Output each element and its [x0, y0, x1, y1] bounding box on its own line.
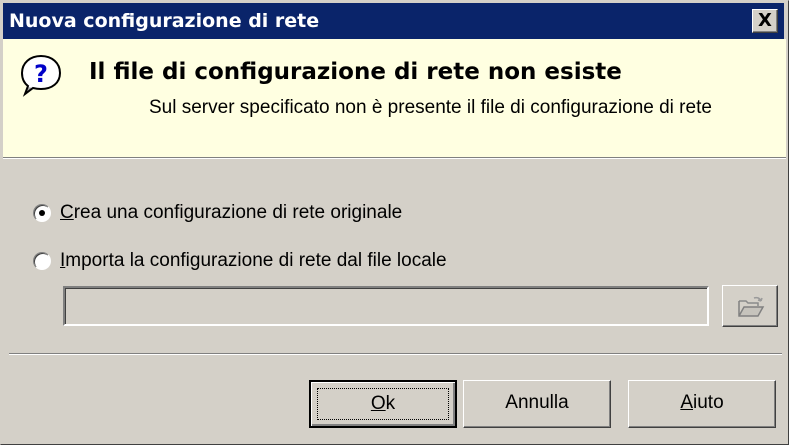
dialog-window: Nuova configurazione di rete X ? Il file…: [0, 0, 789, 445]
banner-title: Il file di configurazione di rete non es…: [89, 59, 622, 85]
question-icon: ?: [20, 54, 62, 97]
window-title: Nuova configurazione di rete: [9, 10, 320, 32]
help-button-label: iuto: [693, 392, 724, 413]
focus-rect: [317, 388, 449, 420]
radio-import-local[interactable]: Importa la configurazione di rete dal fi…: [33, 248, 447, 274]
close-icon: X: [758, 10, 772, 31]
close-button[interactable]: X: [752, 9, 778, 33]
footer-divider-highlight: [9, 354, 782, 355]
file-path-field[interactable]: [63, 286, 709, 326]
radio-import-local-indicator[interactable]: [33, 252, 51, 270]
cancel-button-label: Annulla: [505, 392, 569, 413]
ok-button[interactable]: Ok: [309, 380, 457, 428]
help-button-accel: A: [680, 392, 694, 413]
browse-button[interactable]: [722, 285, 778, 327]
banner-subtitle: Sul server specificato non è presente il…: [149, 97, 712, 118]
banner-divider: [3, 158, 786, 159]
svg-text:?: ?: [34, 60, 48, 88]
radio-create-original[interactable]: Crea una configurazione di rete original…: [33, 200, 402, 226]
help-button[interactable]: Aiuto: [628, 380, 776, 428]
radio-create-original-label: Crea una configurazione di rete original…: [60, 202, 403, 223]
title-bar[interactable]: Nuova configurazione di rete X: [3, 3, 784, 39]
open-folder-icon: [738, 296, 765, 317]
header-banner: ? Il file di configurazione di rete non …: [3, 39, 786, 158]
radio-create-original-indicator[interactable]: [33, 204, 51, 222]
radio-import-local-label: Importa la configurazione di rete dal fi…: [60, 250, 447, 271]
cancel-button[interactable]: Annulla: [463, 380, 611, 428]
